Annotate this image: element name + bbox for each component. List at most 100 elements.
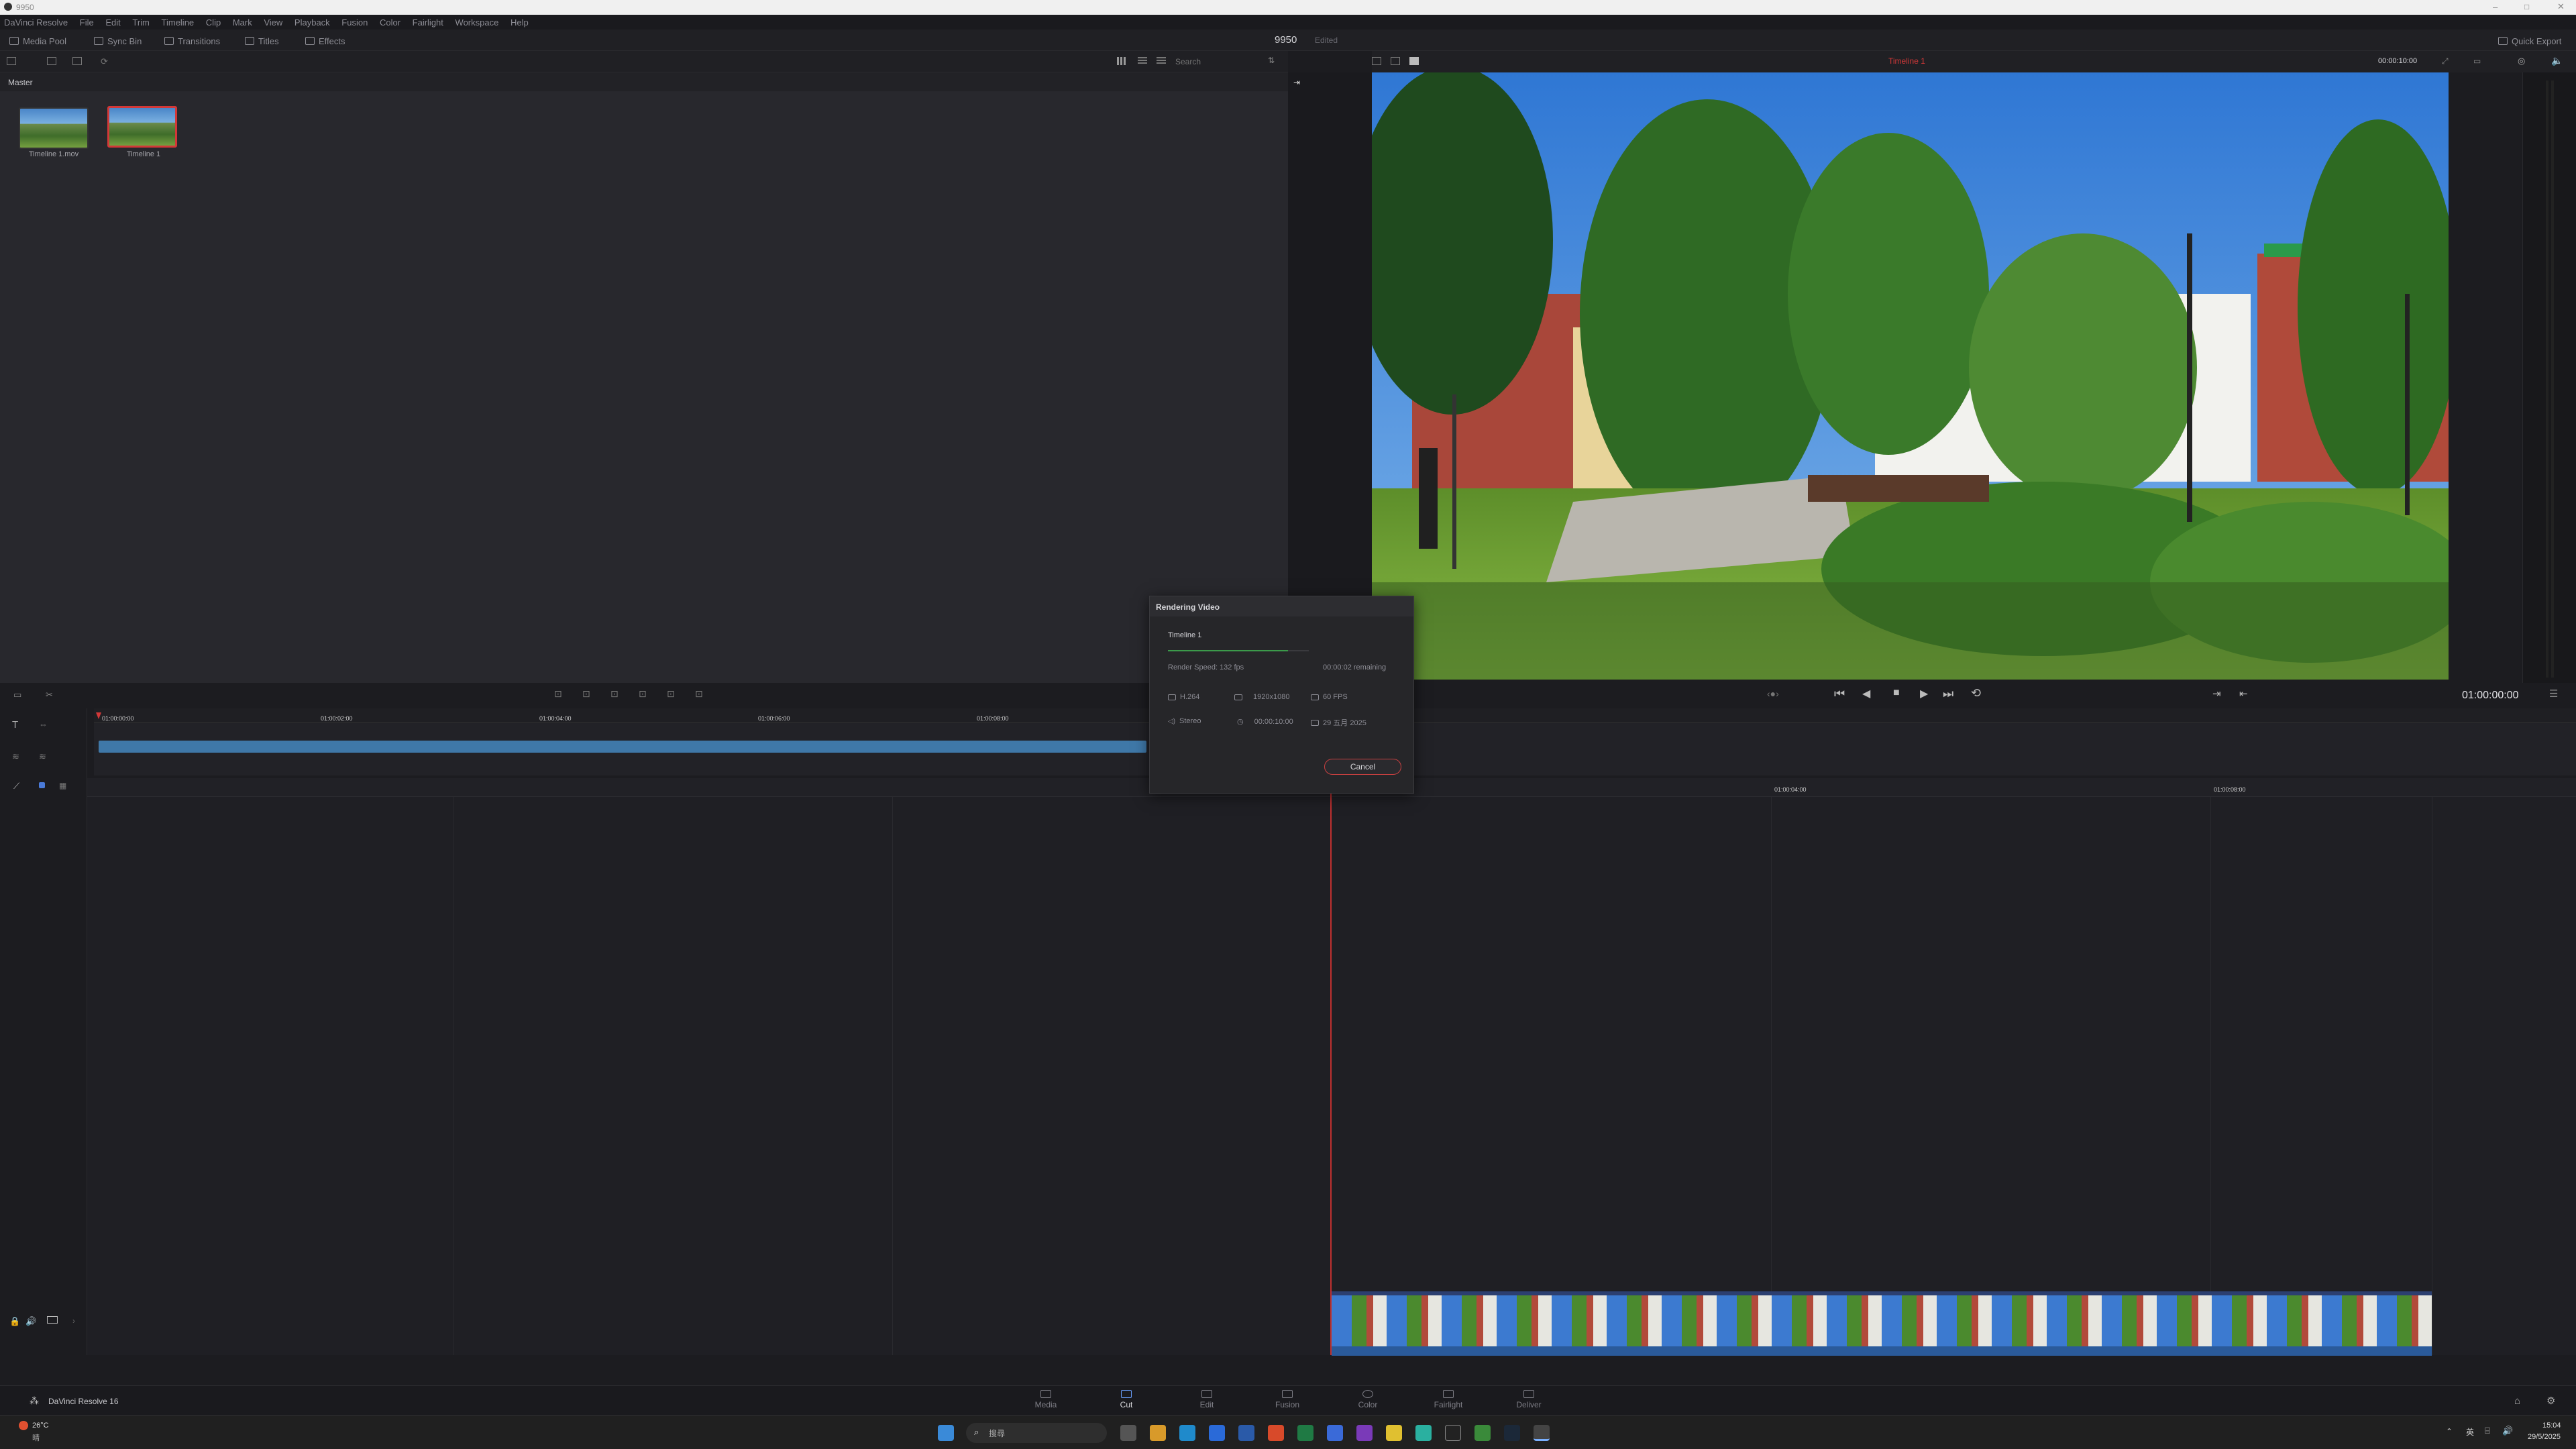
onenote-icon[interactable]	[1356, 1425, 1373, 1441]
powerpoint-icon[interactable]	[1268, 1425, 1284, 1441]
sync-bin-button[interactable]: Sync Bin	[94, 34, 142, 48]
page-color[interactable]: Color	[1331, 1390, 1405, 1409]
upper-timeline-clip[interactable]	[99, 741, 1146, 753]
speaker-icon[interactable]: 🔊	[25, 1316, 36, 1327]
page-deliver[interactable]: Deliver	[1492, 1390, 1566, 1409]
windows-start-icon[interactable]	[938, 1425, 954, 1441]
menu-playback[interactable]: Playback	[290, 15, 335, 28]
audio-volume-icon[interactable]: 🔈	[2551, 55, 2563, 66]
menu-color[interactable]: Color	[376, 15, 406, 28]
app-icon-green[interactable]	[1474, 1425, 1491, 1441]
display-mode-icon[interactable]: ▭	[2473, 56, 2481, 66]
store-icon[interactable]	[1209, 1425, 1225, 1441]
menu-davinci[interactable]: DaVinci Resolve	[0, 15, 73, 28]
weather-icon[interactable]	[19, 1421, 28, 1430]
go-to-end-icon[interactable]: ⏭	[1943, 687, 1953, 701]
app-icon-teal[interactable]	[1415, 1425, 1432, 1441]
menu-mark[interactable]: Mark	[229, 15, 258, 28]
edge-icon[interactable]	[1179, 1425, 1195, 1441]
stop-icon[interactable]: ■	[1893, 687, 1900, 699]
ime-indicator[interactable]: 英	[2466, 1426, 2474, 1438]
import-icon[interactable]	[47, 57, 56, 65]
menu-workspace[interactable]: Workspace	[451, 15, 504, 28]
monitor-icon[interactable]	[47, 1316, 58, 1324]
video-track-tool-icon[interactable]: ≋	[39, 751, 46, 762]
close-up-icon[interactable]: ⊡	[639, 688, 647, 700]
minimize-icon[interactable]: –	[2493, 2, 2498, 12]
clip-thumbnail-1[interactable]	[107, 106, 177, 148]
collapse-panel-icon[interactable]: ⇥	[1293, 78, 1300, 87]
tray-chevron-icon[interactable]: ⌃	[2446, 1427, 2453, 1436]
media-pool-button[interactable]: Media Pool	[9, 34, 66, 48]
chevron-icon[interactable]: ›	[72, 1316, 75, 1326]
network-icon[interactable]: ⌸	[2485, 1426, 2490, 1436]
menu-view[interactable]: View	[260, 15, 288, 28]
reverse-icon[interactable]: ◀	[1862, 687, 1870, 700]
search-input[interactable]	[1175, 55, 1256, 68]
titles-button[interactable]: Titles	[245, 34, 279, 48]
mark-out-icon[interactable]: ⇤	[2239, 688, 2248, 700]
menu-file[interactable]: File	[76, 15, 99, 28]
smart-insert-icon[interactable]: ⊡	[554, 688, 562, 700]
davinci-resolve-taskbar-icon[interactable]	[1534, 1425, 1550, 1441]
outlook-icon[interactable]	[1327, 1425, 1343, 1441]
page-edit[interactable]: Edit	[1170, 1390, 1244, 1409]
scopes-icon[interactable]: ◎	[2518, 56, 2525, 66]
jog-icon[interactable]: ‹●›	[1767, 688, 1779, 699]
panel-toggle-icon[interactable]	[7, 57, 16, 65]
menu-clip[interactable]: Clip	[202, 15, 226, 28]
playhead[interactable]	[1330, 778, 1332, 1355]
quick-export-button[interactable]: Quick Export	[2498, 34, 2561, 48]
excel-icon[interactable]	[1297, 1425, 1313, 1441]
zoom-icon[interactable]: ⤢	[2442, 56, 2449, 66]
taskbar-search[interactable]: ⌕ 搜尋	[966, 1423, 1107, 1443]
word-icon[interactable]	[1238, 1425, 1254, 1441]
grid-view-icon[interactable]	[1117, 57, 1126, 65]
safe-area-icon[interactable]	[1409, 57, 1419, 65]
timeline-viewer-icon[interactable]	[1391, 57, 1400, 65]
file-explorer-icon[interactable]	[1150, 1425, 1166, 1441]
ripple-overwrite-icon[interactable]: ⊡	[610, 688, 619, 700]
lower-timeline[interactable]	[87, 778, 2576, 1355]
app-icon-dark[interactable]	[1445, 1425, 1461, 1441]
menu-trim[interactable]: Trim	[128, 15, 155, 28]
page-fusion[interactable]: Fusion	[1250, 1390, 1324, 1409]
mark-in-icon[interactable]: ⇥	[2212, 688, 2221, 700]
snap-icon[interactable]: ⟋	[13, 781, 19, 792]
menu-fairlight[interactable]: Fairlight	[409, 15, 449, 28]
cancel-button[interactable]: Cancel	[1324, 759, 1401, 775]
lock-icon[interactable]: 🔒	[9, 1316, 20, 1327]
detail-view-icon[interactable]	[1157, 57, 1166, 65]
maximize-icon[interactable]: □	[2524, 2, 2529, 11]
refresh-icon[interactable]: ⟳	[101, 56, 108, 67]
sort-icon[interactable]: ⇅	[1268, 56, 1275, 65]
bin-master[interactable]: Master	[0, 72, 1288, 91]
loop-icon[interactable]: ⟲	[1971, 686, 1981, 700]
source-viewer-icon[interactable]	[1372, 57, 1381, 65]
close-icon[interactable]: ✕	[2557, 1, 2565, 12]
film-icon[interactable]: ▦	[59, 781, 66, 790]
source-overwrite-icon[interactable]: ⊡	[695, 688, 703, 700]
effects-button[interactable]: Effects	[305, 34, 345, 48]
play-icon[interactable]: ▶	[1920, 687, 1928, 700]
volume-icon[interactable]: 🔊	[2502, 1426, 2513, 1436]
list-view-icon[interactable]	[1138, 57, 1147, 65]
steam-icon[interactable]	[1504, 1425, 1520, 1441]
menu-timeline[interactable]: Timeline	[158, 15, 200, 28]
video-clip-filmstrip[interactable]	[1332, 1291, 2432, 1356]
settings-gear-icon[interactable]: ⚙	[2546, 1395, 2555, 1407]
page-media[interactable]: Media	[1009, 1390, 1083, 1409]
home-icon[interactable]: ⌂	[2514, 1395, 2520, 1407]
go-to-start-icon[interactable]: ⏮	[1834, 687, 1845, 701]
options-icon[interactable]: ☰	[2549, 688, 2558, 700]
menu-fusion[interactable]: Fusion	[337, 15, 373, 28]
audio-track-tool-icon[interactable]: ≋	[12, 751, 19, 762]
track-height-icon[interactable]: ⇔	[39, 719, 48, 729]
place-on-top-icon[interactable]: ⊡	[667, 688, 675, 700]
page-cut[interactable]: Cut	[1089, 1390, 1163, 1409]
page-fairlight[interactable]: Fairlight	[1411, 1390, 1485, 1409]
chrome-icon[interactable]	[1386, 1425, 1402, 1441]
bin-icon[interactable]	[72, 57, 82, 65]
menu-edit[interactable]: Edit	[101, 15, 125, 28]
timeline-options-icon[interactable]: ▭	[13, 690, 21, 700]
